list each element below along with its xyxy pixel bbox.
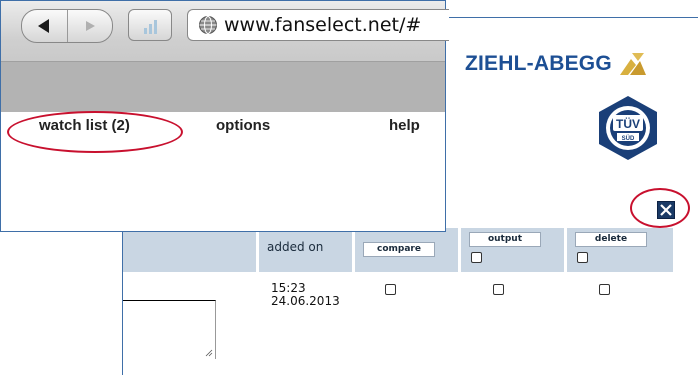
statistics-button[interactable] [128,9,172,41]
forward-button[interactable] [66,10,113,42]
svg-text:TÜV: TÜV [616,116,640,131]
added-date: 24.06.2013 [271,294,340,308]
back-button[interactable] [22,10,67,42]
address-bar[interactable]: www.fanselect.net/# [187,9,449,41]
back-arrow-icon [38,19,50,33]
signal-bar-icon [148,24,152,34]
compare-button[interactable]: compare [363,242,435,257]
delete-select-all-checkbox[interactable] [577,252,588,263]
delete-checkbox[interactable] [599,284,610,295]
header-output: output [461,228,567,272]
output-cell [461,272,567,352]
header-delete: delete [567,228,673,272]
header-added-on: added on [259,228,355,272]
compare-checkbox[interactable] [385,284,396,295]
globe-icon [199,16,217,34]
table-row: 15:23 24.06.2013 [123,272,673,359]
watch-list-table: added on compare output delete 15:23 24.… [123,228,673,359]
toolbar-strip [1,61,445,112]
output-checkbox[interactable] [493,284,504,295]
browser-toolbar: www.fanselect.net/# [1,1,449,112]
note-textarea[interactable] [123,300,216,359]
forward-arrow-icon [85,21,95,31]
header-cell-blank [123,228,259,272]
table-header-row: added on compare output delete [123,228,673,272]
ziehl-abegg-logo: ZIEHL-ABEGG [465,51,648,77]
note-cell [123,272,259,359]
output-button[interactable]: output [469,232,541,247]
close-button-highlight [630,188,690,228]
logo-text: ZIEHL-ABEGG [465,52,612,75]
signal-bar-icon [143,28,147,34]
compare-cell [355,272,461,352]
tuv-certification-seal-icon: TÜV SÜD [599,96,657,160]
output-select-all-checkbox[interactable] [471,252,482,263]
signal-bar-icon [153,20,157,34]
added-on-cell: 15:23 24.06.2013 [259,272,355,352]
resize-handle-icon[interactable] [205,349,213,357]
delete-button[interactable]: delete [575,232,647,247]
header-compare: compare [355,228,461,272]
menu-help[interactable]: help [389,117,420,134]
url-text: www.fanselect.net/# [224,14,422,36]
menu-options[interactable]: options [216,117,270,134]
delete-cell [567,272,673,352]
svg-text:SÜD: SÜD [622,135,635,142]
browser-window: www.fanselect.net/# watch list (2) optio… [0,0,449,232]
logo-mark-icon [619,53,646,75]
watch-list-highlight [7,111,183,153]
navigation-buttons [21,9,113,43]
